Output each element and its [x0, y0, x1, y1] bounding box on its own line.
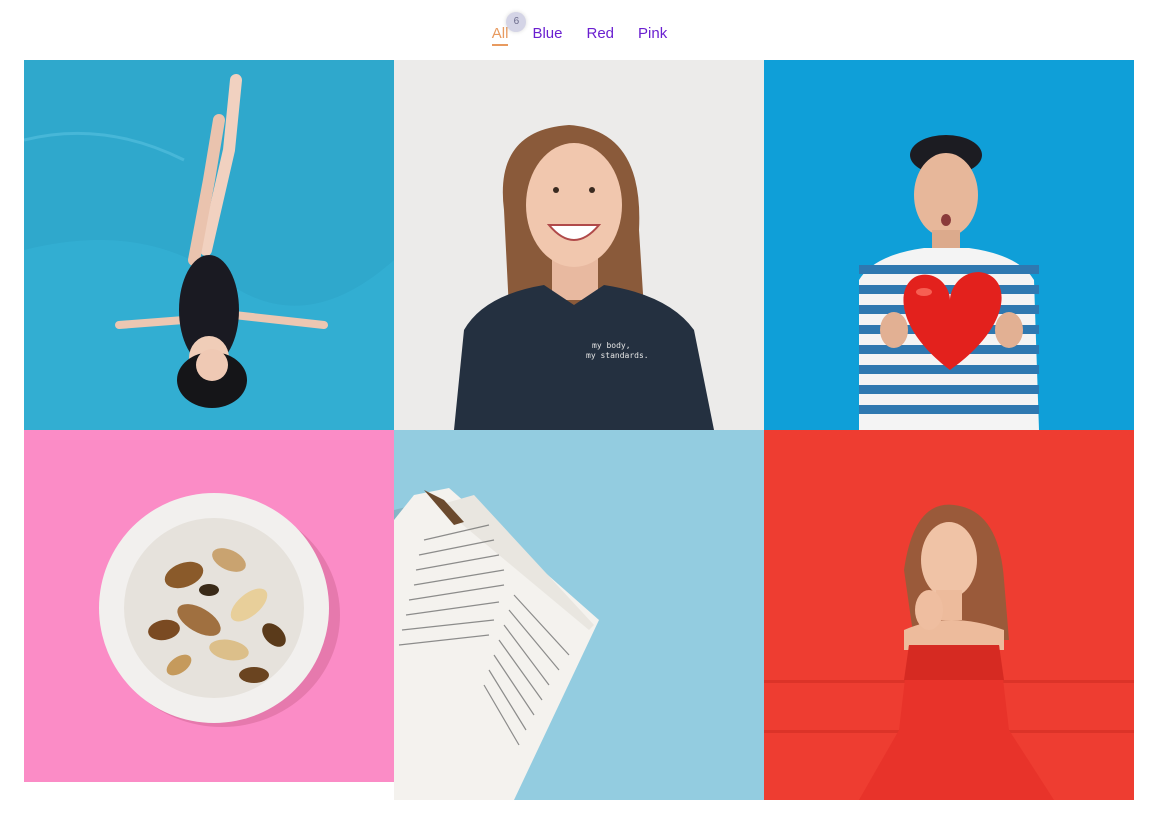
gallery-item-heart-man[interactable] — [764, 60, 1134, 430]
filter-red[interactable]: Red — [586, 24, 614, 44]
filter-all-label: All — [491, 25, 509, 42]
filter-blue[interactable]: Blue — [532, 24, 562, 44]
gallery-item-red-dress[interactable] — [764, 430, 1134, 800]
gallery-item-pool-woman[interactable] — [24, 60, 394, 430]
shirt-text-line-2: my standards. — [586, 351, 649, 360]
heart-man-image — [764, 60, 1134, 430]
filter-pink-label: Pink — [638, 25, 668, 42]
red-dress-image — [764, 430, 1134, 800]
filter-red-label: Red — [586, 25, 615, 42]
gallery-item-open-book[interactable] — [394, 430, 764, 800]
gallery-item-mushroom-plate[interactable] — [24, 430, 394, 782]
filter-bar: All 6 Blue Red Pink — [0, 12, 1159, 46]
shirt-text-line-1: my body, — [592, 341, 631, 350]
filter-pink[interactable]: Pink — [638, 24, 667, 44]
filter-blue-label: Blue — [532, 25, 563, 42]
gallery-item-smiling-woman[interactable]: my body, my standards. — [394, 60, 764, 430]
filter-all[interactable]: All 6 — [491, 12, 527, 46]
pool-woman-image — [24, 60, 394, 430]
mushroom-plate-image — [24, 430, 394, 782]
smiling-woman-image: my body, my standards. — [394, 60, 764, 430]
count-badge: 6 — [506, 12, 527, 32]
open-book-image — [394, 430, 764, 800]
